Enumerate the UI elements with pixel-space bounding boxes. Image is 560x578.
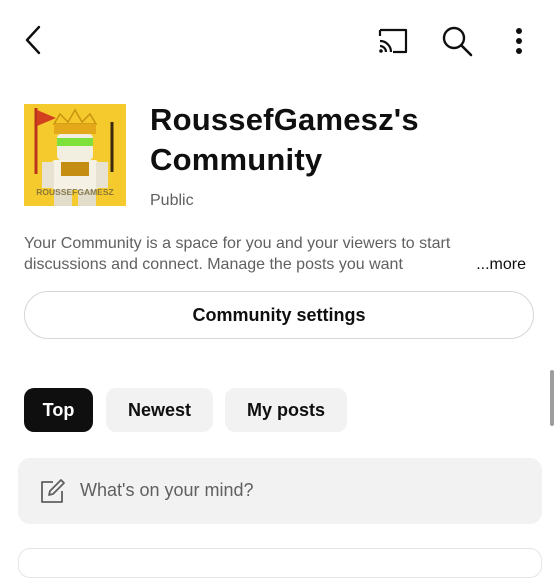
- avatar-image: ROUSSEFGAMESZ: [24, 104, 126, 206]
- community-title: RoussefGamesz's Community: [150, 102, 419, 177]
- composer-placeholder: What's on your mind?: [80, 480, 254, 500]
- cast-icon: [378, 28, 408, 54]
- post-card-partial: [18, 548, 542, 578]
- visibility-label: Public: [150, 192, 194, 209]
- back-arrow-icon: [25, 25, 41, 55]
- edit-icon: [41, 479, 65, 503]
- post-composer[interactable]: What's on your mind?: [18, 458, 542, 524]
- back-button[interactable]: [16, 22, 52, 58]
- search-icon: [442, 26, 473, 57]
- search-button[interactable]: [438, 22, 476, 60]
- top-app-bar: [0, 0, 560, 80]
- community-description: Your Community is a space for you and yo…: [24, 233, 536, 275]
- community-avatar: ROUSSEFGAMESZ: [24, 104, 126, 206]
- community-settings-button[interactable]: Community settings: [24, 291, 534, 339]
- cast-button[interactable]: [374, 24, 412, 58]
- svg-text:ROUSSEFGAMESZ: ROUSSEFGAMESZ: [36, 187, 113, 197]
- more-link[interactable]: ...more: [436, 254, 526, 275]
- chip-top[interactable]: Top: [24, 388, 93, 432]
- scrollbar[interactable]: [550, 370, 554, 426]
- chip-newest[interactable]: Newest: [106, 388, 213, 432]
- more-options-button[interactable]: [504, 22, 534, 60]
- chip-my-posts[interactable]: My posts: [225, 388, 347, 432]
- more-vert-icon: [516, 28, 522, 54]
